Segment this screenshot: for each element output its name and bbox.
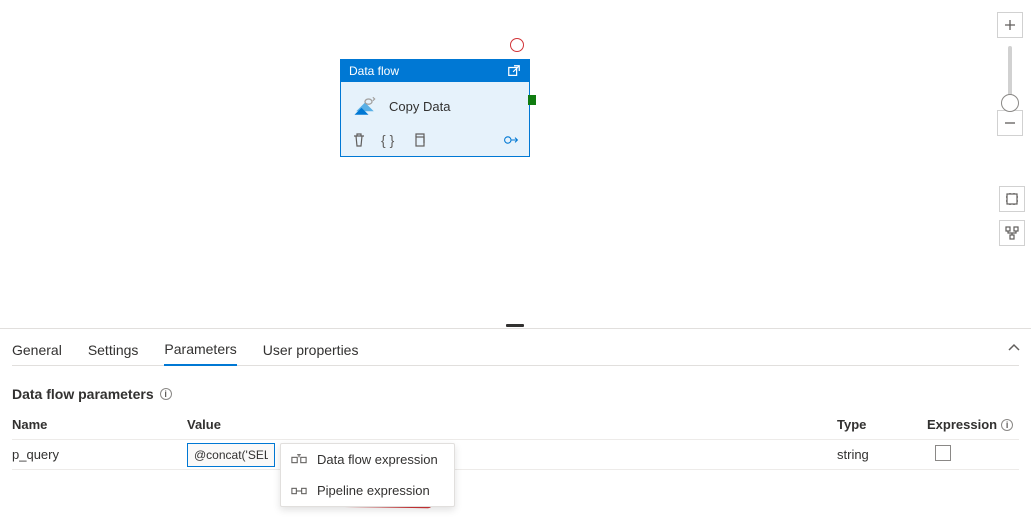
tab-parameters[interactable]: Parameters (164, 337, 236, 366)
col-value: Value (187, 417, 837, 432)
dataflow-icon (351, 92, 379, 120)
grid-header: Name Value Type Expression i (12, 410, 1019, 440)
col-expression-label: Expression (927, 417, 997, 432)
validation-indicator (510, 38, 524, 52)
info-icon[interactable]: i (1001, 419, 1013, 431)
table-row: p_query string (12, 440, 1019, 470)
section-title-label: Data flow parameters (12, 386, 154, 402)
properties-tabs: General Settings Parameters User propert… (12, 338, 1019, 366)
dropdown-label: Pipeline expression (317, 483, 430, 498)
param-expression-cell (927, 445, 1017, 464)
dataflow-expr-icon (291, 453, 307, 467)
zoom-in-button[interactable] (997, 12, 1023, 38)
panel-resize-handle[interactable] (506, 324, 524, 327)
tab-user-properties[interactable]: User properties (263, 338, 359, 365)
auto-align-button[interactable] (999, 220, 1025, 246)
col-expression: Expression i (927, 417, 1017, 432)
expression-icon[interactable]: { } (381, 132, 397, 148)
expression-checkbox[interactable] (935, 445, 951, 461)
fit-to-screen-button[interactable] (999, 186, 1025, 212)
col-type: Type (837, 417, 927, 432)
panel-divider (0, 328, 1031, 329)
parameters-grid: Name Value Type Expression i p_query str… (12, 410, 1019, 470)
section-title: Data flow parameters i (12, 386, 172, 402)
param-name: p_query (12, 447, 187, 462)
tab-settings[interactable]: Settings (88, 338, 139, 365)
node-output-port[interactable] (528, 95, 536, 105)
copy-icon[interactable] (411, 132, 427, 148)
delete-icon[interactable] (351, 132, 367, 148)
col-name: Name (12, 417, 187, 432)
open-external-icon[interactable] (507, 64, 521, 78)
zoom-out-button[interactable] (997, 110, 1023, 136)
node-type-label: Data flow (349, 64, 399, 78)
collapse-panel-button[interactable] (1007, 340, 1021, 358)
dataflow-activity-node[interactable]: Data flow Copy Data { } (340, 59, 530, 157)
dropdown-label: Data flow expression (317, 452, 438, 467)
node-title: Copy Data (389, 99, 450, 114)
zoom-controls (995, 12, 1025, 136)
canvas-tools (999, 186, 1025, 246)
zoom-slider-handle[interactable] (1001, 94, 1019, 112)
pipeline-expr-icon (291, 484, 307, 498)
tab-general[interactable]: General (12, 338, 62, 365)
debug-run-icon[interactable] (503, 132, 519, 148)
pipeline-canvas[interactable]: Data flow Copy Data { } (0, 0, 1031, 328)
param-value-input[interactable] (187, 443, 275, 467)
param-type: string (837, 447, 927, 462)
expression-type-dropdown: Data flow expression Pipeline expression (280, 443, 455, 507)
node-header[interactable]: Data flow (341, 60, 529, 82)
node-body: Copy Data (341, 82, 529, 126)
node-toolbar: { } (341, 126, 529, 156)
info-icon[interactable]: i (160, 388, 172, 400)
dropdown-item-pipeline-expr[interactable]: Pipeline expression (281, 475, 454, 506)
dropdown-item-dataflow-expr[interactable]: Data flow expression (281, 444, 454, 475)
zoom-slider-track[interactable] (1008, 46, 1012, 102)
